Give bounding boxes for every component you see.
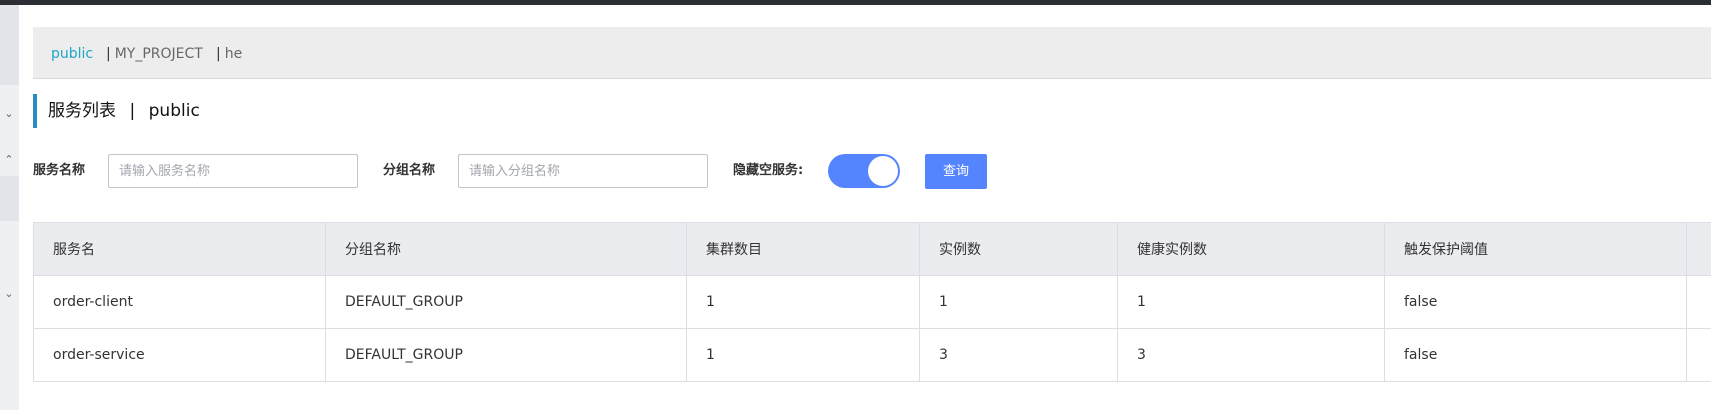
column-header-actions bbox=[1686, 222, 1711, 276]
service-name-input[interactable] bbox=[108, 154, 358, 188]
namespace-tab-my-project[interactable]: | MY_PROJECT bbox=[106, 45, 203, 63]
service-table: 服务名 分组名称 集群数目 实例数 健康实例数 触发保护阈值 order-cli… bbox=[33, 222, 1711, 382]
column-header-cluster-count[interactable]: 集群数目 bbox=[686, 222, 920, 276]
page-title: 服务列表 | public bbox=[33, 94, 200, 128]
window-top-bar bbox=[0, 0, 1711, 5]
cell-group-name: DEFAULT_GROUP bbox=[325, 328, 687, 382]
cell-cluster-count: 1 bbox=[686, 328, 920, 382]
cell-actions bbox=[1686, 328, 1711, 382]
column-header-instance-count[interactable]: 实例数 bbox=[919, 222, 1118, 276]
column-header-protect-threshold[interactable]: 触发保护阈值 bbox=[1384, 222, 1687, 276]
cell-instance-count: 3 bbox=[919, 328, 1118, 382]
cell-service-name: order-client bbox=[33, 275, 326, 329]
page-title-text: 服务列表 bbox=[48, 101, 116, 121]
namespace-separator: | bbox=[106, 46, 111, 62]
cell-service-name: order-service bbox=[33, 328, 326, 382]
query-button[interactable]: 查询 bbox=[925, 154, 987, 189]
table-header-row: 服务名 分组名称 集群数目 实例数 健康实例数 触发保护阈值 bbox=[33, 222, 1711, 276]
chevron-down-icon[interactable]: ⌄ bbox=[3, 288, 15, 300]
cell-cluster-count: 1 bbox=[686, 275, 920, 329]
service-name-label: 服务名称 bbox=[33, 163, 86, 178]
cell-instance-count: 1 bbox=[919, 275, 1118, 329]
cell-healthy-instance-count: 3 bbox=[1117, 328, 1385, 382]
column-header-healthy-instance-count[interactable]: 健康实例数 bbox=[1117, 222, 1385, 276]
namespace-tab-he[interactable]: | he bbox=[216, 45, 242, 63]
table-row: order-service DEFAULT_GROUP 1 3 3 false bbox=[33, 328, 1711, 382]
sidebar-block-selected[interactable] bbox=[0, 176, 19, 221]
toggle-knob bbox=[868, 156, 898, 186]
group-name-input[interactable] bbox=[458, 154, 708, 188]
cell-group-name: DEFAULT_GROUP bbox=[325, 275, 687, 329]
hide-empty-services-label: 隐藏空服务: bbox=[733, 163, 804, 178]
namespace-bar: public | MY_PROJECT | he bbox=[33, 27, 1711, 79]
column-header-service-name[interactable]: 服务名 bbox=[33, 222, 326, 276]
title-separator: | bbox=[129, 101, 136, 121]
cell-actions bbox=[1686, 275, 1711, 329]
table-row: order-client DEFAULT_GROUP 1 1 1 false bbox=[33, 275, 1711, 329]
namespace-label: MY_PROJECT bbox=[114, 46, 203, 62]
chevron-up-icon[interactable]: ⌃ bbox=[3, 154, 15, 166]
cell-protect-threshold: false bbox=[1384, 275, 1687, 329]
group-name-label: 分组名称 bbox=[383, 163, 436, 178]
namespace-separator: | bbox=[216, 46, 221, 62]
sidebar: ⌄ ⌃ ⌄ bbox=[0, 5, 19, 410]
cell-healthy-instance-count: 1 bbox=[1117, 275, 1385, 329]
column-header-group-name[interactable]: 分组名称 bbox=[325, 222, 687, 276]
chevron-down-icon[interactable]: ⌄ bbox=[3, 108, 15, 120]
cell-protect-threshold: false bbox=[1384, 328, 1687, 382]
namespace-label: he bbox=[224, 46, 243, 62]
hide-empty-services-toggle[interactable] bbox=[828, 154, 900, 188]
sidebar-block-top bbox=[0, 5, 19, 85]
page-title-namespace: public bbox=[148, 101, 200, 121]
namespace-tab-public[interactable]: public bbox=[51, 45, 93, 63]
